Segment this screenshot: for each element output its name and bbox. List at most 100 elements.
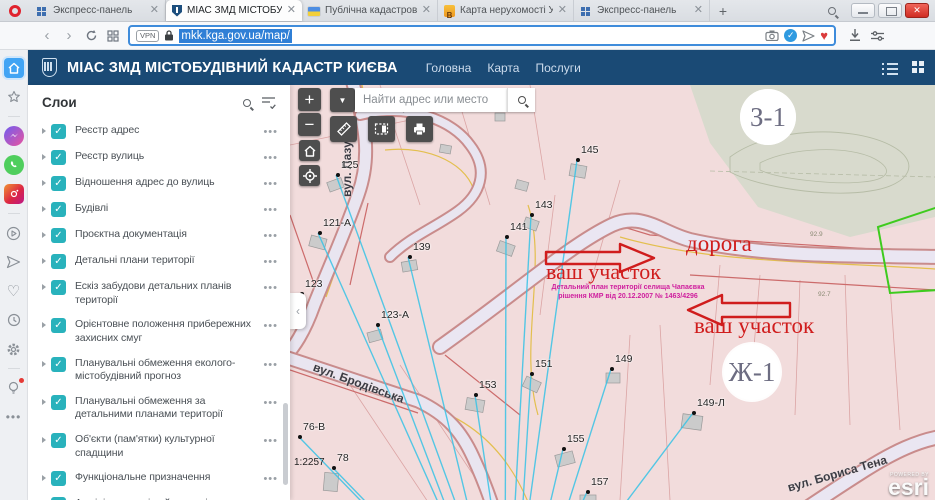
layers-filter-icon[interactable] [261, 96, 276, 109]
map-locate-button[interactable] [299, 165, 320, 186]
expand-arrow-icon[interactable] [42, 154, 46, 160]
search-dropdown-button[interactable]: ▼ [330, 88, 355, 112]
expand-arrow-icon[interactable] [42, 475, 46, 481]
panel-collapse-handle[interactable]: ‹ [290, 293, 306, 329]
layer-menu-dots[interactable]: ••• [263, 150, 278, 164]
layer-menu-dots[interactable]: ••• [263, 433, 278, 447]
telegram-send-icon[interactable] [4, 252, 24, 272]
tab-close-icon[interactable]: ✕ [287, 5, 296, 16]
settings-gear-icon[interactable] [4, 339, 24, 359]
layer-item[interactable]: ✓ Функціональне призначення ••• [42, 466, 290, 492]
layer-menu-dots[interactable]: ••• [263, 395, 278, 409]
reload-button[interactable] [80, 29, 102, 42]
bookmark-heart-icon[interactable]: ♥ [820, 29, 828, 42]
url-text[interactable]: mkk.kga.gov.ua/map/ [179, 30, 760, 42]
measure-ruler-button[interactable] [330, 116, 357, 142]
whatsapp-icon[interactable] [4, 155, 24, 175]
layer-menu-dots[interactable]: ••• [263, 471, 278, 485]
layer-checkbox[interactable]: ✓ [51, 176, 66, 191]
secure-check-icon[interactable]: ✓ [784, 29, 797, 42]
apps-grid-icon[interactable] [912, 61, 925, 74]
speed-dial-home-icon[interactable] [4, 58, 24, 78]
layer-menu-dots[interactable]: ••• [263, 318, 278, 332]
layers-search-icon[interactable] [243, 99, 251, 107]
map-zoom-out-button[interactable]: − [298, 113, 321, 136]
layer-item[interactable]: ✓ Реєстр вулиць ••• [42, 145, 290, 171]
layer-checkbox[interactable]: ✓ [51, 471, 66, 486]
browser-tab[interactable]: Экспресс-панель ✕ [574, 0, 710, 21]
browser-tab[interactable]: Публічна кадастрова карта ✕ [302, 0, 438, 21]
layer-item[interactable]: ✓ Проєктна документація ••• [42, 223, 290, 249]
layer-checkbox[interactable]: ✓ [51, 357, 66, 372]
close-window-button[interactable] [905, 3, 929, 18]
instagram-icon[interactable] [4, 184, 24, 204]
expand-arrow-icon[interactable] [42, 284, 46, 290]
layer-item[interactable]: ✓ Об'єкти (пам'ятки) культурної спадщини… [42, 428, 290, 466]
tune-settings-icon[interactable] [866, 30, 888, 42]
tab-close-icon[interactable]: ✕ [558, 5, 567, 16]
tab-search-button[interactable] [819, 0, 845, 21]
favorites-heart-icon[interactable]: ♡ [4, 281, 24, 301]
browser-tab[interactable]: Карта нерухомості України ✕ [438, 0, 574, 21]
send-to-flow-icon[interactable] [802, 30, 815, 42]
layer-item[interactable]: ✓ Будівлі ••• [42, 197, 290, 223]
tab-close-icon[interactable]: ✕ [422, 5, 431, 16]
expand-arrow-icon[interactable] [42, 206, 46, 212]
opera-menu-button[interactable] [0, 0, 30, 21]
maximize-button[interactable] [878, 3, 902, 18]
speed-dial-button[interactable] [102, 30, 124, 42]
map-search-input[interactable] [355, 88, 507, 112]
layer-menu-dots[interactable]: ••• [263, 124, 278, 138]
layer-checkbox[interactable]: ✓ [51, 124, 66, 139]
tab-close-icon[interactable]: ✕ [694, 5, 703, 16]
history-clock-icon[interactable] [4, 310, 24, 330]
expand-arrow-icon[interactable] [42, 322, 46, 328]
layer-item[interactable]: ✓ Адміністративні райони у містах ••• [42, 492, 290, 500]
layer-menu-dots[interactable]: ••• [263, 176, 278, 190]
forward-button[interactable]: › [58, 28, 80, 43]
layer-checkbox[interactable]: ✓ [51, 254, 66, 269]
expand-arrow-icon[interactable] [42, 361, 46, 367]
snapshot-camera-icon[interactable] [765, 30, 779, 41]
layer-menu-dots[interactable]: ••• [263, 228, 278, 242]
new-tab-button[interactable]: + [710, 0, 736, 21]
browser-tab[interactable]: МІАС ЗМД МІСТОБУДІВНИЙ ✕ [166, 0, 302, 21]
layer-item[interactable]: ✓ Ескіз забудови детальних планів терито… [42, 275, 290, 313]
layer-menu-dots[interactable]: ••• [263, 202, 278, 216]
bookmarks-star-icon[interactable] [4, 87, 24, 107]
browser-tab[interactable]: Экспресс-панель ✕ [30, 0, 166, 21]
layer-checkbox[interactable]: ✓ [51, 228, 66, 243]
expand-arrow-icon[interactable] [42, 437, 46, 443]
tips-bulb-icon[interactable] [4, 378, 24, 398]
map-canvas[interactable]: З-1Ж-1 вул. Лазувул. Бродівськавул. Бори… [290, 85, 935, 500]
layer-checkbox[interactable]: ✓ [51, 433, 66, 448]
expand-arrow-icon[interactable] [42, 232, 46, 238]
layer-checkbox[interactable]: ✓ [51, 202, 66, 217]
expand-arrow-icon[interactable] [42, 258, 46, 264]
layer-menu-dots[interactable]: ••• [263, 254, 278, 268]
tab-close-icon[interactable]: ✕ [150, 5, 159, 16]
print-button[interactable] [406, 116, 433, 142]
layer-item[interactable]: ✓ Планувальні обмеження за детальними пл… [42, 390, 290, 428]
layer-menu-dots[interactable]: ••• [263, 357, 278, 371]
map-zoom-in-button[interactable]: + [298, 88, 321, 111]
downloads-button[interactable] [844, 29, 866, 42]
layer-item[interactable]: ✓ Відношення адрес до вулиць ••• [42, 171, 290, 197]
nav-link[interactable]: Послуги [535, 61, 580, 75]
sidebar-more-icon[interactable]: ••• [4, 407, 24, 427]
swipe-compare-button[interactable] [368, 116, 395, 142]
legend-list-icon[interactable] [882, 62, 898, 74]
layer-item[interactable]: ✓ Детальні плани території ••• [42, 249, 290, 275]
player-icon[interactable] [4, 223, 24, 243]
map-home-button[interactable] [299, 140, 320, 161]
vpn-badge[interactable]: VPN [136, 30, 159, 42]
layer-checkbox[interactable]: ✓ [51, 318, 66, 333]
layer-checkbox[interactable]: ✓ [51, 280, 66, 295]
layer-item[interactable]: ✓ Реєстр адрес ••• [42, 119, 290, 145]
expand-arrow-icon[interactable] [42, 180, 46, 186]
expand-arrow-icon[interactable] [42, 399, 46, 405]
expand-arrow-icon[interactable] [42, 128, 46, 134]
nav-link[interactable]: Карта [487, 61, 519, 75]
layer-item[interactable]: ✓ Планувальні обмеження еколого-містобуд… [42, 352, 290, 390]
back-button[interactable]: ‹ [36, 28, 58, 43]
